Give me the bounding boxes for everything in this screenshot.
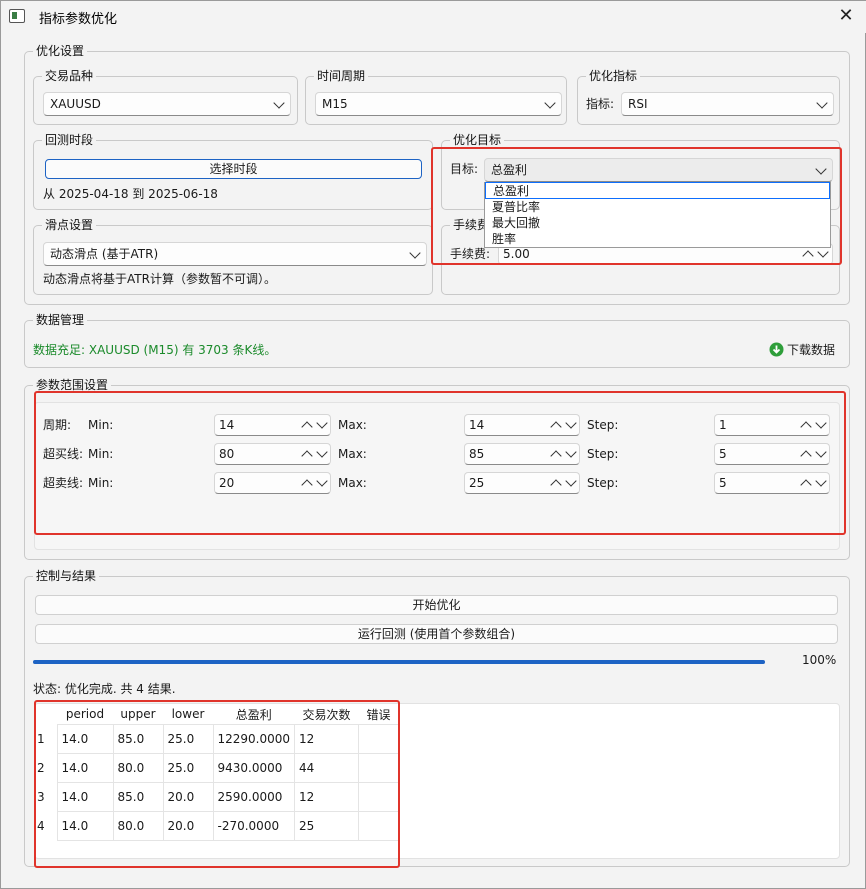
params-highlight-box [34,391,846,535]
run-backtest-button[interactable]: 运行回测 (使用首个参数组合) [35,624,838,644]
chevron-down-icon [409,247,421,259]
indicator-prefix: 指标: [586,97,615,111]
chevron-down-icon [544,97,556,109]
download-icon [769,342,784,357]
status-text: 状态: 优化完成. 共 4 结果. [33,682,176,696]
target-highlight-box [431,147,842,265]
window-title: 指标参数优化 [39,12,118,27]
slippage-value: 动态滑点 (基于ATR) [50,247,159,261]
period-select[interactable]: M15 [315,92,562,116]
dialog-window: 指标参数优化 ✕ 优化设置 交易品种 XAUUSD 时间周期 M15 优化指标 … [0,0,866,889]
target-legend: 优化目标 [450,132,505,148]
start-optimization-button[interactable]: 开始优化 [35,595,838,615]
data-status-text: 数据充足: XAUUSD (M15) 有 3703 条K线。 [33,343,277,357]
progress-text: 100% [802,653,837,667]
indicator-value: RSI [628,97,648,111]
download-label: 下载数据 [787,343,836,357]
chevron-down-icon [273,97,285,109]
opt-settings-legend: 优化设置 [33,43,88,59]
period-value: M15 [322,97,348,111]
symbol-legend: 交易品种 [42,68,97,84]
results-highlight-box [34,700,400,868]
chevron-down-icon [816,97,828,109]
symbol-select[interactable]: XAUUSD [43,92,291,116]
symbol-value: XAUUSD [50,97,101,111]
control-legend: 控制与结果 [33,568,100,584]
slippage-note: 动态滑点将基于ATR计算（参数暂不可调）。 [43,272,276,286]
period-legend: 时间周期 [314,68,369,84]
select-period-button[interactable]: 选择时段 [45,159,422,179]
close-button[interactable]: ✕ [835,5,857,27]
indicator-select[interactable]: RSI [621,92,834,116]
indicator-legend: 优化指标 [586,68,641,84]
progress-fill [33,660,765,664]
backtest-legend: 回测时段 [42,132,97,148]
backtest-range-text: 从 2025-04-18 到 2025-06-18 [43,187,218,201]
slippage-select[interactable]: 动态滑点 (基于ATR) [43,242,427,266]
slippage-legend: 滑点设置 [42,217,97,233]
app-icon [9,9,25,23]
data-mgmt-legend: 数据管理 [33,312,88,328]
title-bar: 指标参数优化 ✕ [1,1,866,33]
